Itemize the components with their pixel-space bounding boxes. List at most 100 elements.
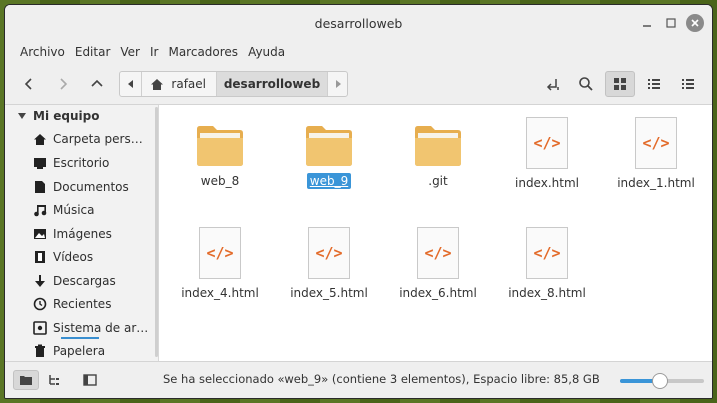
sidebar-item-label: Carpeta pers…: [53, 132, 143, 146]
html-file-item[interactable]: </> index.html: [497, 117, 597, 191]
sidebar-item-musica[interactable]: Música: [33, 200, 95, 220]
home-icon: [33, 132, 47, 146]
sidebar-header-label: Mi equipo: [33, 109, 100, 123]
sidebar-item-documentos[interactable]: Documentos: [33, 177, 129, 197]
html-file-item[interactable]: </> index_5.html: [279, 227, 379, 301]
folder-icon: [197, 126, 243, 166]
sidebar-item-recientes[interactable]: Recientes: [33, 294, 111, 314]
hide-sidebar-button[interactable]: [77, 370, 103, 390]
close-button[interactable]: [686, 14, 704, 32]
toolbar: rafael desarrolloweb: [5, 63, 712, 105]
menu-bar: Archivo Editar Ver Ir Marcadores Ayuda: [5, 41, 712, 63]
sidebar-item-papelera[interactable]: Papelera: [33, 341, 105, 361]
menu-ir[interactable]: Ir: [145, 45, 163, 59]
folder-item[interactable]: .git: [388, 123, 488, 189]
html-file-item[interactable]: </> index_8.html: [497, 227, 597, 301]
menu-editar[interactable]: Editar: [70, 45, 116, 59]
sidebar-section-mi-equipo[interactable]: Mi equipo: [17, 109, 99, 123]
folder-small-icon: [20, 376, 32, 385]
drive-icon: [33, 321, 47, 335]
window-controls: [638, 14, 704, 32]
sidebar-item-label: Recientes: [53, 297, 112, 311]
sidebar-item-label: Papelera: [53, 344, 106, 358]
maximize-button[interactable]: [662, 14, 680, 32]
sidebar-item-descargas[interactable]: Descargas: [33, 271, 116, 291]
triangle-left-icon: [127, 80, 133, 88]
title-bar: desarrolloweb: [5, 5, 712, 41]
html-file-icon: </>: [526, 227, 568, 279]
download-icon: [33, 274, 47, 288]
triangle-right-icon: [335, 80, 341, 88]
trash-icon: [33, 344, 47, 358]
breadcrumb-current-label: desarrolloweb: [223, 77, 321, 91]
sidebar-item-label: Sistema de ar…: [53, 321, 149, 335]
file-manager-window: desarrolloweb Archivo Editar Ver Ir Marc…: [4, 4, 713, 399]
sidebar-item-carpeta-personal[interactable]: Carpeta pers…: [33, 129, 143, 149]
breadcrumb-home-label: rafael: [171, 77, 206, 91]
path-bar: rafael desarrolloweb: [119, 71, 348, 97]
video-icon: [33, 250, 47, 264]
sidebar-item-label: Documentos: [53, 180, 129, 194]
music-icon: [33, 203, 47, 217]
folder-item[interactable]: web_8: [170, 123, 270, 189]
file-view: web_8 web_9 .git </> index.html </> inde…: [160, 105, 712, 363]
close-icon: [691, 19, 699, 27]
list-view-icon: [648, 79, 660, 89]
forward-button[interactable]: [49, 71, 77, 97]
file-name: .git: [428, 174, 448, 188]
show-tree-button[interactable]: [41, 370, 67, 390]
search-button[interactable]: [571, 71, 601, 97]
status-bar: Se ha seleccionado «web_9» (contiene 3 e…: [5, 361, 712, 398]
show-places-button[interactable]: [13, 370, 39, 390]
sidebar-toggle-icon: [83, 374, 97, 386]
chevron-left-icon: [24, 78, 32, 90]
folder-icon: [415, 126, 461, 166]
location-toggle-icon: [546, 79, 559, 91]
html-file-item[interactable]: </> index_6.html: [388, 227, 488, 301]
sidebar-item-label: Imágenes: [53, 227, 112, 241]
folder-item-selected[interactable]: web_9: [279, 123, 379, 189]
toggle-location-button[interactable]: [537, 71, 567, 97]
html-file-item[interactable]: </> index_4.html: [170, 227, 270, 301]
sidebar-scrollbar[interactable]: [155, 107, 158, 357]
path-scroll-right[interactable]: [328, 72, 347, 96]
grid-view-icon: [614, 78, 626, 90]
back-button[interactable]: [15, 71, 43, 97]
sidebar-item-escritorio[interactable]: Escritorio: [33, 153, 109, 173]
icon-view-button[interactable]: [605, 71, 635, 97]
file-name: index.html: [515, 176, 579, 190]
desktop-icon: [33, 156, 47, 170]
status-message: Se ha seleccionado «web_9» (contiene 3 e…: [163, 372, 600, 386]
folder-icon: [306, 126, 352, 166]
zoom-slider-handle[interactable]: [652, 373, 669, 389]
html-file-icon: </>: [199, 227, 241, 279]
compact-view-button[interactable]: [673, 71, 703, 97]
sidebar-item-videos[interactable]: Vídeos: [33, 247, 93, 267]
html-file-icon: </>: [417, 227, 459, 279]
menu-ayuda[interactable]: Ayuda: [243, 45, 290, 59]
sidebar-item-label: Vídeos: [53, 250, 94, 264]
zoom-slider[interactable]: [620, 373, 704, 389]
search-icon: [579, 77, 593, 91]
menu-marcadores[interactable]: Marcadores: [163, 45, 243, 59]
triangle-down-icon: [18, 113, 26, 119]
path-scroll-left[interactable]: [120, 72, 142, 96]
list-view-button[interactable]: [639, 71, 669, 97]
chevron-up-icon: [91, 79, 103, 87]
file-name: index_4.html: [181, 286, 259, 300]
sidebar-item-label: Descargas: [53, 274, 116, 288]
breadcrumb-home[interactable]: rafael: [142, 72, 217, 96]
file-name: web_8: [200, 174, 240, 188]
menu-archivo[interactable]: Archivo: [15, 45, 70, 59]
up-button[interactable]: [83, 71, 111, 97]
breadcrumb-current[interactable]: desarrolloweb: [217, 72, 328, 96]
sidebar-item-imagenes[interactable]: Imágenes: [33, 224, 112, 244]
sidebar-item-sistema-de-archivos[interactable]: Sistema de ar…: [33, 318, 149, 339]
sidebar-item-label: Escritorio: [53, 156, 110, 170]
home-icon: [151, 78, 163, 90]
file-name: index_1.html: [617, 176, 695, 190]
html-file-item[interactable]: </> index_1.html: [606, 117, 706, 191]
menu-ver[interactable]: Ver: [115, 45, 145, 59]
document-icon: [33, 180, 47, 194]
minimize-button[interactable]: [638, 14, 656, 32]
